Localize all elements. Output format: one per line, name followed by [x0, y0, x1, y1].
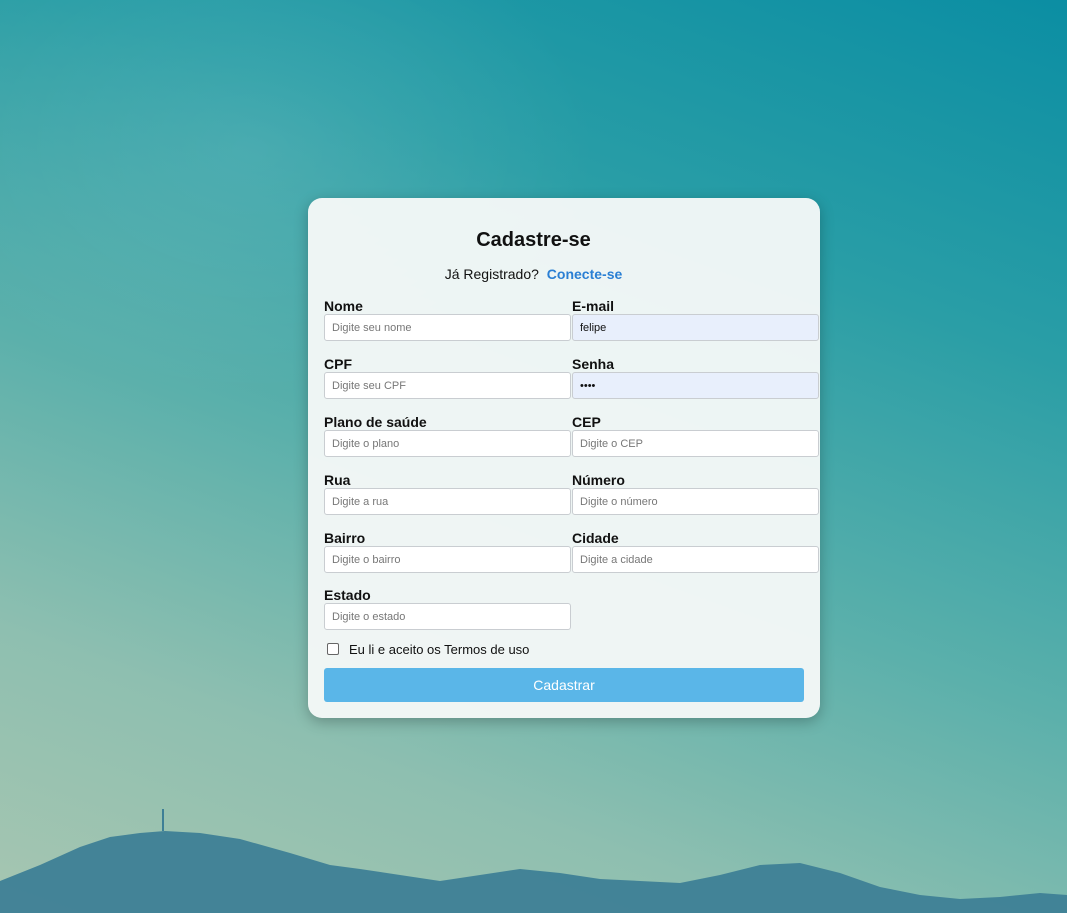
terms-row: Eu li e aceito os Termos de uso	[327, 641, 529, 657]
numero-label: Número	[572, 472, 625, 488]
cpf-field-group: CPF	[324, 356, 571, 399]
rua-label: Rua	[324, 472, 351, 488]
bairro-field-group: Bairro	[324, 530, 571, 573]
cidade-field-group: Cidade	[572, 530, 819, 573]
senha-label: Senha	[572, 356, 615, 372]
cpf-label: CPF	[324, 356, 352, 372]
plano-input[interactable]	[324, 430, 571, 457]
terms-checkbox[interactable]	[327, 643, 339, 655]
email-field-group: E-mail	[572, 298, 819, 341]
estado-label: Estado	[324, 587, 371, 603]
nome-input[interactable]	[324, 314, 571, 341]
register-button[interactable]: Cadastrar	[324, 668, 804, 702]
estado-input[interactable]	[324, 603, 571, 630]
login-link[interactable]: Conecte-se	[547, 266, 622, 282]
cep-field-group: CEP	[572, 414, 819, 457]
numero-field-group: Número	[572, 472, 819, 515]
cidade-label: Cidade	[572, 530, 619, 546]
estado-field-group: Estado	[324, 587, 571, 630]
senha-input[interactable]	[572, 372, 819, 399]
cep-input[interactable]	[572, 430, 819, 457]
cidade-input[interactable]	[572, 546, 819, 573]
bairro-input[interactable]	[324, 546, 571, 573]
numero-input[interactable]	[572, 488, 819, 515]
email-input[interactable]	[572, 314, 819, 341]
mountains-silhouette	[0, 809, 1067, 913]
bairro-label: Bairro	[324, 530, 366, 546]
plano-field-group: Plano de saúde	[324, 414, 571, 457]
nome-label: Nome	[324, 298, 363, 314]
plano-label: Plano de saúde	[324, 414, 427, 430]
rua-input[interactable]	[324, 488, 571, 515]
cpf-input[interactable]	[324, 372, 571, 399]
page-title: Cadastre-se	[476, 229, 591, 251]
rua-field-group: Rua	[324, 472, 571, 515]
terms-label: Eu li e aceito os Termos de uso	[349, 641, 530, 657]
login-prompt: Já Registrado? Conecte-se	[0, 266, 1067, 282]
nome-field-group: Nome	[324, 298, 571, 341]
cep-label: CEP	[572, 414, 601, 430]
senha-field-group: Senha	[572, 356, 819, 399]
email-label: E-mail	[572, 298, 615, 314]
login-prompt-text: Já Registrado?	[444, 266, 539, 282]
